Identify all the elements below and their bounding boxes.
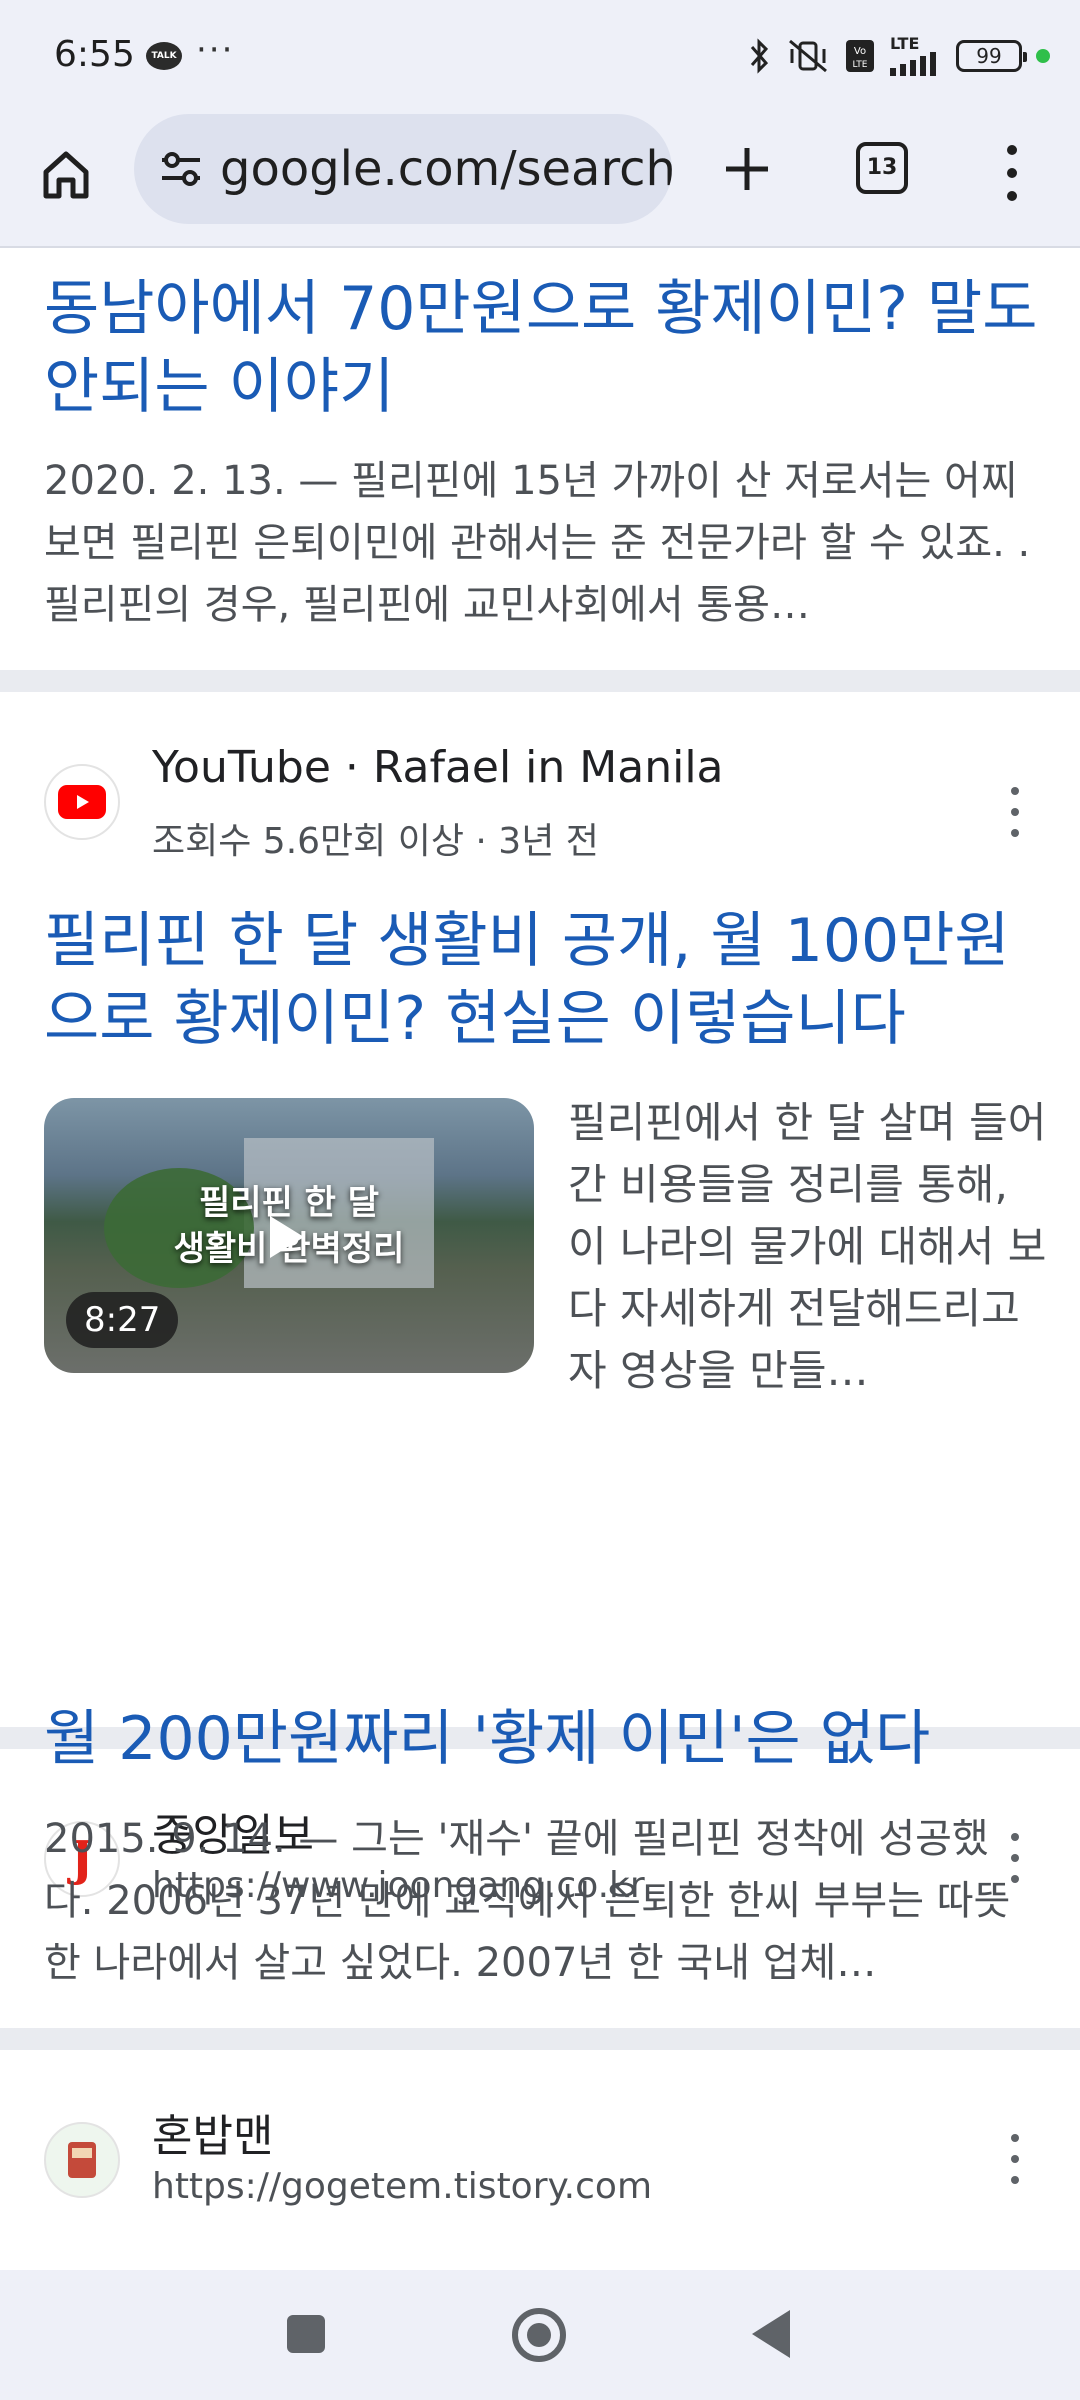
result-source[interactable]: YouTube · Rafael in Manila — [152, 742, 724, 793]
recent-apps-button[interactable] — [287, 2315, 325, 2353]
menu-dot — [1007, 167, 1017, 178]
browser-menu-button[interactable] — [990, 138, 1034, 208]
tistory-favicon — [44, 2122, 120, 2198]
youtube-icon — [58, 785, 106, 819]
result-snippet: 2020. 2. 13. — 필리핀에 15년 가까이 산 저로서는 어찌보면 … — [44, 458, 1031, 628]
bluetooth-icon — [750, 38, 769, 74]
video-duration: 8:27 — [66, 1292, 179, 1348]
url-text[interactable]: google.com/search? — [220, 141, 672, 197]
search-result: 혼밥맨 https://gogetem.tistory.com — [0, 2050, 1080, 2270]
result-title-link[interactable]: 월 200만원짜리 '황제 이민'은 없다 — [44, 1700, 1044, 1778]
kebab-dot — [1011, 2176, 1019, 2184]
play-icon — [270, 1216, 304, 1258]
result-title-link[interactable]: 필리핀 한 달 생활비 공개, 월 100만원으로 황제이민? 현실은 이렇습니… — [44, 902, 1044, 1058]
signal-indicator: LTE — [890, 36, 942, 76]
home-icon — [43, 151, 89, 199]
more-notifications-icon: ··· — [196, 30, 235, 70]
result-separator — [0, 2028, 1080, 2050]
svg-text:LTE: LTE — [853, 60, 868, 70]
menu-dot — [1007, 144, 1017, 155]
result-more-button[interactable] — [1000, 787, 1030, 837]
menu-dot — [1007, 191, 1017, 202]
new-tab-button[interactable] — [712, 134, 782, 204]
back-button[interactable] — [752, 2310, 790, 2358]
result-url: https://gogetem.tistory.com — [152, 2166, 653, 2207]
result-title-link[interactable]: 동남아에서 70만원으로 황제이민? 말도 안되는 이야기 — [44, 270, 1044, 426]
kakaotalk-notification-icon: TALK — [146, 42, 182, 70]
svg-text:Vo: Vo — [854, 46, 866, 57]
address-bar[interactable]: google.com/search? — [134, 114, 672, 224]
status-icons: Vo LTE LTE 99 — [748, 36, 1050, 76]
kebab-dot — [1011, 2134, 1019, 2142]
result-snippet: 필리핀에서 한 달 살며 들어간 비용들을 정리를 통해, 이 나라의 물가에 … — [568, 1098, 1047, 1395]
volte-icon: Vo LTE — [846, 40, 874, 72]
result-meta: 조회수 5.6만회 이상 · 3년 전 — [152, 821, 599, 862]
blog-avatar-icon — [68, 2142, 96, 2178]
tab-switcher-button[interactable]: 13 — [856, 142, 908, 194]
kebab-dot — [1011, 2155, 1019, 2163]
home-button[interactable] — [34, 142, 98, 206]
plus-icon — [726, 148, 768, 190]
youtube-favicon — [44, 764, 120, 840]
browser-toolbar: google.com/search? 13 — [0, 112, 1080, 248]
result-source[interactable]: 혼밥맨 — [152, 2100, 273, 2164]
result-separator — [0, 670, 1080, 692]
kebab-dot — [1011, 829, 1019, 837]
video-thumbnail[interactable]: 필리핀 한 달 생활비 완벽정리 8:27 — [44, 1098, 534, 1373]
privacy-indicator-icon — [1036, 49, 1050, 63]
site-info-icon[interactable] — [156, 144, 206, 194]
vibrate-off-icon — [789, 39, 827, 73]
network-type: LTE — [890, 34, 920, 53]
status-time: 6:55 — [54, 34, 135, 75]
search-result: 동남아에서 70만원으로 황제이민? 말도 안되는 이야기 2020. 2. 1… — [0, 250, 1080, 670]
battery-icon: 99 — [956, 40, 1027, 72]
kebab-dot — [1011, 787, 1019, 795]
home-nav-button[interactable] — [512, 2308, 566, 2362]
search-result: YouTube · Rafael in Manila 조회수 5.6만회 이상 … — [0, 692, 1080, 1727]
status-bar: 6:55 TALK ··· Vo LTE LTE 99 — [0, 0, 1080, 112]
system-navigation-bar — [0, 2270, 1080, 2400]
result-snippet: 2015. 9. 14. — 그는 '재수' 끝에 필리핀 정착에 성공했다. … — [44, 1816, 1011, 1986]
signal-icon — [890, 52, 936, 76]
result-more-button[interactable] — [1000, 2134, 1030, 2184]
kebab-dot — [1011, 808, 1019, 816]
